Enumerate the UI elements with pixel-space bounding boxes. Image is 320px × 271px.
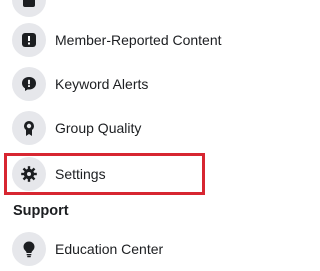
menu-item-education-center[interactable]: Education Center (0, 227, 300, 271)
lightbulb-icon (12, 232, 46, 266)
document-icon (23, 0, 35, 7)
menu-item-label: Keyword Alerts (55, 76, 149, 92)
support-section-title: Support (13, 203, 69, 219)
menu-item-member-reported-content[interactable]: Member-Reported Content (0, 18, 300, 62)
badge-icon (12, 111, 46, 145)
speech-alert-icon (12, 67, 46, 101)
menu-item-group-quality[interactable]: Group Quality (0, 106, 300, 150)
menu-item-label: Group Quality (55, 120, 142, 136)
menu-item-label: Member-Reported Content (55, 32, 222, 48)
menu-item-keyword-alerts[interactable]: Keyword Alerts (0, 62, 300, 106)
menu-icon-partial (12, 0, 46, 17)
menu-item-label: Education Center (55, 241, 164, 257)
alert-icon (12, 23, 46, 57)
settings-highlight-box (4, 153, 205, 195)
